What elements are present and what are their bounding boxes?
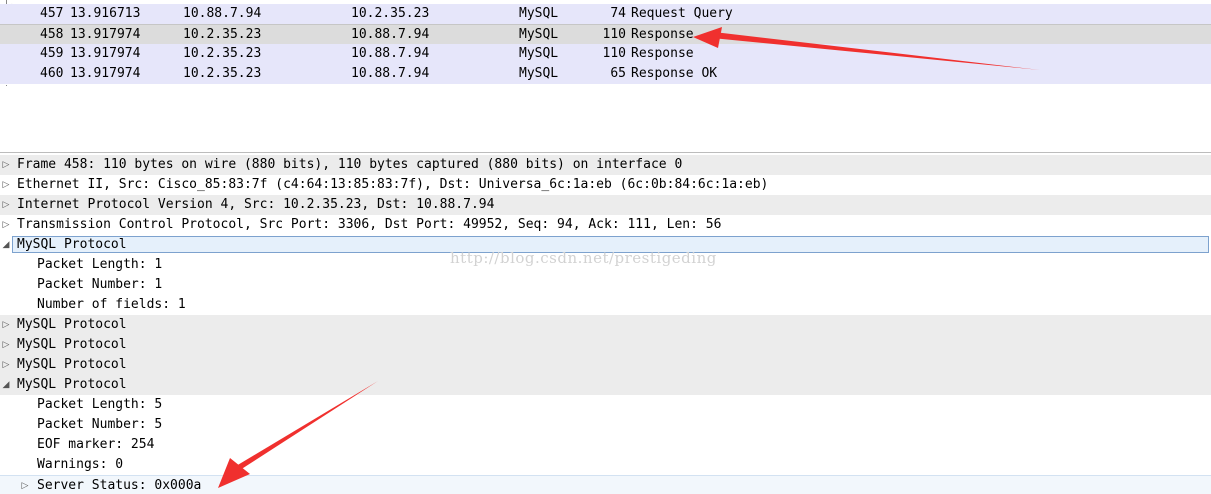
detail-row-label: MySQL Protocol [17,377,127,392]
packet-no: 460 [40,66,64,81]
detail-row-mysql-expanded[interactable]: ◢ MySQL Protocol [0,375,1211,395]
detail-row-mysql[interactable]: ▷ MySQL Protocol [0,315,1211,335]
packet-no: 457 [40,6,64,21]
packet-time: 13.917974 [70,46,141,61]
packet-info: Response [631,27,694,42]
triangle-right-icon[interactable]: ▷ [1,155,11,175]
packet-protocol: MySQL [519,66,559,81]
detail-row-label: EOF marker: 254 [37,437,155,452]
detail-row-field[interactable]: Packet Number: 1 [0,275,1211,295]
packet-no: 459 [40,46,64,61]
packet-destination: 10.88.7.94 [351,27,430,42]
detail-row-field[interactable]: Packet Number: 5 [0,415,1211,435]
packet-destination: 10.2.35.23 [351,6,430,21]
packet-source: 10.2.35.23 [183,46,262,61]
packet-destination: 10.88.7.94 [351,66,430,81]
packet-info: Response OK [631,66,718,81]
detail-row-ethernet[interactable]: ▷ Ethernet II, Src: Cisco_85:83:7f (c4:6… [0,175,1211,195]
triangle-right-icon[interactable]: ▷ [20,476,30,494]
detail-row-mysql-selected[interactable]: ◢ MySQL Protocol [0,235,1211,255]
tree-selection-highlight [12,236,1209,253]
triangle-right-icon[interactable]: ▷ [1,335,11,355]
triangle-right-icon[interactable]: ▷ [1,215,11,235]
packet-info: Response [631,46,694,61]
detail-row-label: Number of fields: 1 [37,297,186,312]
packet-row[interactable]: 459 13.917974 10.2.35.23 10.88.7.94 MySQ… [0,44,1211,65]
detail-row-label: Server Status: 0x000a [37,478,202,493]
packet-row-selected[interactable]: 458 13.917974 10.2.35.23 10.88.7.94 MySQ… [0,24,1211,46]
detail-row-field[interactable]: Number of fields: 1 [0,295,1211,315]
triangle-down-icon[interactable]: ◢ [1,235,11,255]
packet-source: 10.88.7.94 [183,6,262,21]
detail-row-label: Transmission Control Protocol, Src Port:… [17,217,722,232]
detail-row-mysql[interactable]: ▷ MySQL Protocol [0,335,1211,355]
triangle-right-icon[interactable]: ▷ [1,195,11,215]
detail-row-label: Ethernet II, Src: Cisco_85:83:7f (c4:64:… [17,177,769,192]
detail-row-ip[interactable]: ▷ Internet Protocol Version 4, Src: 10.2… [0,195,1211,215]
packet-info: Request Query [631,6,733,21]
packet-length: 110 [602,46,626,61]
packet-length: 110 [602,27,626,42]
pane-gap [0,86,1211,153]
triangle-right-icon[interactable]: ▷ [1,355,11,375]
detail-row-field[interactable]: EOF marker: 254 [0,435,1211,455]
detail-row-label: MySQL Protocol [17,317,127,332]
packet-source: 10.2.35.23 [183,66,262,81]
packet-time: 13.917974 [70,27,141,42]
detail-row-mysql[interactable]: ▷ MySQL Protocol [0,355,1211,375]
triangle-down-icon[interactable]: ◢ [1,375,11,395]
packet-time: 13.916713 [70,6,141,21]
packet-protocol: MySQL [519,27,559,42]
pane-splitter[interactable] [0,152,1211,153]
detail-row-server-status[interactable]: ▷ Server Status: 0x000a [0,475,1211,494]
detail-row-label: Frame 458: 110 bytes on wire (880 bits),… [17,157,683,172]
packet-source: 10.2.35.23 [183,27,262,42]
packet-row[interactable]: 457 13.916713 10.88.7.94 10.2.35.23 MySQ… [0,4,1211,25]
triangle-right-icon[interactable]: ▷ [1,175,11,195]
packet-protocol: MySQL [519,6,559,21]
detail-row-field[interactable]: Packet Length: 5 [0,395,1211,415]
triangle-right-icon[interactable]: ▷ [1,315,11,335]
detail-row-label: Internet Protocol Version 4, Src: 10.2.3… [17,197,495,212]
detail-row-label: Packet Number: 1 [37,277,163,292]
packet-details-pane: ▷ Frame 458: 110 bytes on wire (880 bits… [0,155,1211,494]
packet-row[interactable]: 460 13.917974 10.2.35.23 10.88.7.94 MySQ… [0,64,1211,85]
detail-row-label: MySQL Protocol [17,237,127,252]
detail-row-field[interactable]: Warnings: 0 [0,455,1211,475]
packet-protocol: MySQL [519,46,559,61]
packet-no: 458 [40,27,64,42]
detail-row-label: Warnings: 0 [37,457,124,472]
packet-list-pane: 457 13.916713 10.88.7.94 10.2.35.23 MySQ… [0,0,1211,86]
detail-row-frame[interactable]: ▷ Frame 458: 110 bytes on wire (880 bits… [0,155,1211,175]
detail-row-label: Packet Length: 1 [37,257,163,272]
detail-row-label: Packet Number: 5 [37,417,163,432]
packet-length: 74 [610,6,626,21]
detail-row-label: MySQL Protocol [17,337,127,352]
detail-row-tcp[interactable]: ▷ Transmission Control Protocol, Src Por… [0,215,1211,235]
detail-row-label: Packet Length: 5 [37,397,163,412]
detail-row-label: MySQL Protocol [17,357,127,372]
packet-length: 65 [610,66,626,81]
packet-destination: 10.88.7.94 [351,46,430,61]
packet-time: 13.917974 [70,66,141,81]
detail-row-field[interactable]: Packet Length: 1 [0,255,1211,275]
